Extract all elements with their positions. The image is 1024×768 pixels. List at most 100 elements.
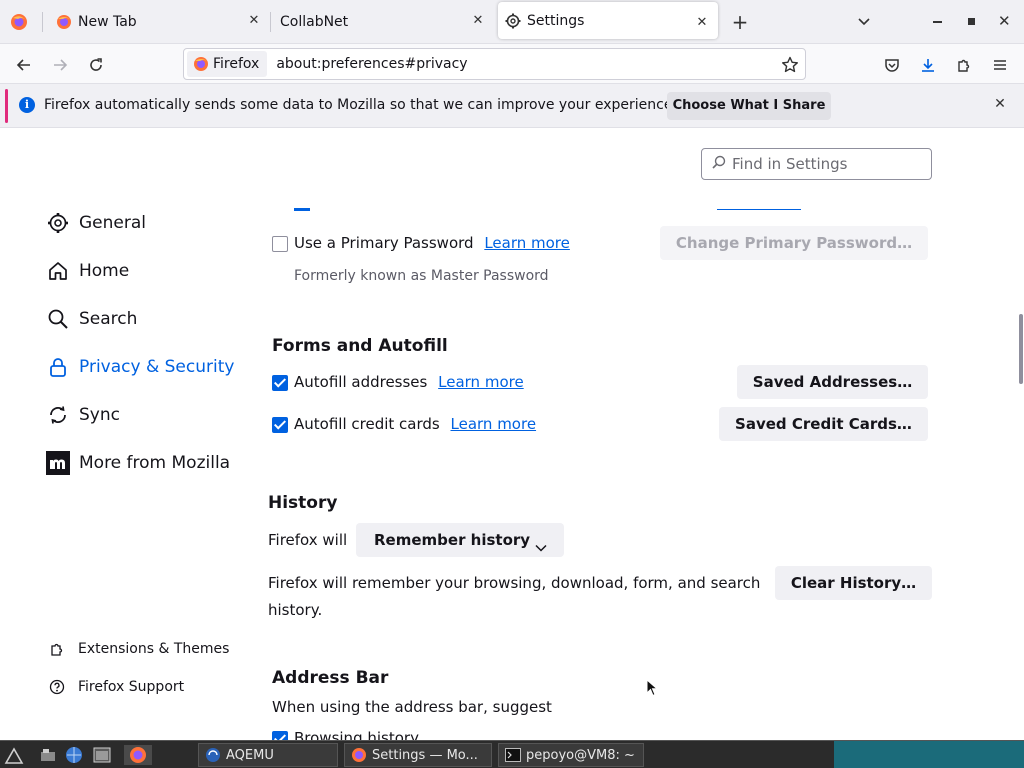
autofill-credit-cards-learn-more-link[interactable]: Learn more [451,415,537,433]
history-heading: History [268,493,338,513]
settings-page: Find in Settings General Home Search Pri… [0,128,1024,740]
scrollbar-thumb[interactable] [1019,314,1023,384]
home-icon [46,259,70,283]
task-label: Settings — Mo... [372,747,478,763]
sidebar-item-firefox-support[interactable]: Firefox Support [48,676,184,698]
window-manager-icon[interactable] [92,745,112,765]
downloads-icon[interactable] [916,53,940,77]
find-in-settings-input[interactable]: Find in Settings [701,148,932,180]
primary-password-checkbox[interactable] [272,236,288,252]
choose-what-i-share-button[interactable]: Choose What I Share [667,92,831,120]
tab-label: Settings [527,12,585,29]
maximize-window-icon[interactable] [968,18,975,25]
task-label: pepoyo@VM8: ~ [526,747,635,763]
forward-icon[interactable] [48,53,72,77]
close-tab-icon[interactable]: ✕ [470,13,486,29]
firefox-icon [56,14,72,30]
start-menu-icon[interactable] [4,745,24,765]
terminal-icon [505,747,521,763]
close-tab-icon[interactable]: ✕ [246,13,262,29]
saved-credit-cards-button[interactable]: Saved Credit Cards… [719,407,928,441]
browsing-history-label: Browsing history [294,729,419,740]
taskbar-task-settings[interactable]: Settings — Mo... [344,743,492,767]
hamburger-menu-icon[interactable] [988,53,1012,77]
browsing-history-checkbox[interactable] [272,731,288,740]
sidebar-item-label: Home [79,261,130,281]
autofill-credit-cards-row: Autofill credit cards Learn more [294,415,536,433]
browser-launcher-icon[interactable] [64,745,84,765]
bookmark-star-icon[interactable] [781,56,799,74]
sidebar-item-sync[interactable]: Sync [46,400,120,430]
sidebar-item-label: Firefox Support [78,679,185,695]
tab-separator [42,12,43,32]
sidebar-item-home[interactable]: Home [46,256,129,286]
extensions-icon[interactable] [952,53,976,77]
sidebar-item-label: More from Mozilla [79,453,231,473]
close-window-icon[interactable]: ✕ [998,12,1014,30]
change-primary-password-button[interactable]: Change Primary Password… [660,226,928,260]
pocket-icon[interactable] [880,53,904,77]
puzzle-icon [48,640,66,658]
saved-addresses-button[interactable]: Saved Addresses… [737,365,928,399]
taskbar-task-aqemu[interactable]: AQEMU [198,743,338,767]
firefox-launcher-icon[interactable] [124,745,152,765]
partial-link-edge [717,209,801,210]
sidebar-item-general[interactable]: General [46,208,146,238]
help-icon [48,678,66,696]
autofill-addresses-learn-more-link[interactable]: Learn more [438,373,524,391]
autofill-credit-cards-checkbox[interactable] [272,417,288,433]
search-icon [46,307,70,331]
tab-label: CollabNet [280,13,349,30]
primary-password-row: Use a Primary Password Learn more [294,234,570,252]
sidebar-item-extensions-themes[interactable]: Extensions & Themes [48,638,229,660]
search-icon [712,155,726,173]
tab-settings[interactable]: Settings ✕ [498,2,718,39]
tab-separator [270,12,271,32]
back-icon[interactable] [12,53,36,77]
forms-autofill-heading: Forms and Autofill [272,336,448,356]
tab-new-tab[interactable]: New Tab ✕ [48,0,270,43]
close-notification-icon[interactable]: ✕ [991,96,1009,114]
primary-password-note: Formerly known as Master Password [294,268,549,284]
reload-icon[interactable] [84,53,108,77]
sidebar-item-label: Search [79,309,138,329]
history-mode-value: Remember history [374,531,531,549]
show-desktop-icon[interactable] [38,745,58,765]
sidebar-item-label: General [79,213,146,233]
notification-text: Firefox automatically sends some data to… [44,97,677,113]
history-description: Firefox will remember your browsing, dow… [268,574,761,619]
mouse-cursor-icon [646,678,659,701]
sidebar-item-more-from-mozilla[interactable]: More from Mozilla [46,448,230,478]
list-all-tabs-icon[interactable] [856,14,872,30]
new-tab-icon[interactable]: + [730,12,750,32]
gear-icon [505,13,521,29]
sidebar-item-privacy-security[interactable]: Privacy & Security [46,352,234,382]
close-tab-icon[interactable]: ✕ [694,15,710,31]
sidebar-item-label: Privacy & Security [79,357,235,377]
autofill-addresses-row: Autofill addresses Learn more [294,373,524,391]
search-placeholder: Find in Settings [732,155,848,173]
primary-password-learn-more-link[interactable]: Learn more [484,234,570,252]
tab-strip: New Tab ✕ CollabNet ✕ Settings ✕ + ✕ [0,0,1024,44]
desktop-taskbar: AQEMU Settings — Mo... pepoyo@VM8: ~ [0,740,1024,768]
autofill-addresses-checkbox[interactable] [272,375,288,391]
history-mode-dropdown[interactable]: Remember history [356,523,564,557]
tab-label: New Tab [78,13,137,30]
identity-box[interactable]: Firefox [187,51,268,77]
taskbar-task-terminal[interactable]: pepoyo@VM8: ~ [498,743,644,767]
clear-history-button[interactable]: Clear History… [775,566,932,600]
tab-collabnet[interactable]: CollabNet ✕ [272,0,494,43]
firefox-icon [351,747,367,763]
sidebar-item-search[interactable]: Search [46,304,137,334]
task-label: AQEMU [226,747,274,763]
autofill-credit-cards-label: Autofill credit cards [294,415,440,433]
url-text[interactable]: about:preferences#privacy [276,56,467,72]
address-bar[interactable]: Firefox about:preferences#privacy [183,48,806,80]
system-tray-area [834,741,1024,768]
firefox-menu-icon[interactable] [10,13,28,31]
lock-icon [46,355,70,379]
mozilla-icon [46,451,70,475]
chevron-down-icon [534,533,548,552]
minimize-window-icon[interactable] [933,21,942,23]
address-bar-description: When using the address bar, suggest [272,698,552,716]
